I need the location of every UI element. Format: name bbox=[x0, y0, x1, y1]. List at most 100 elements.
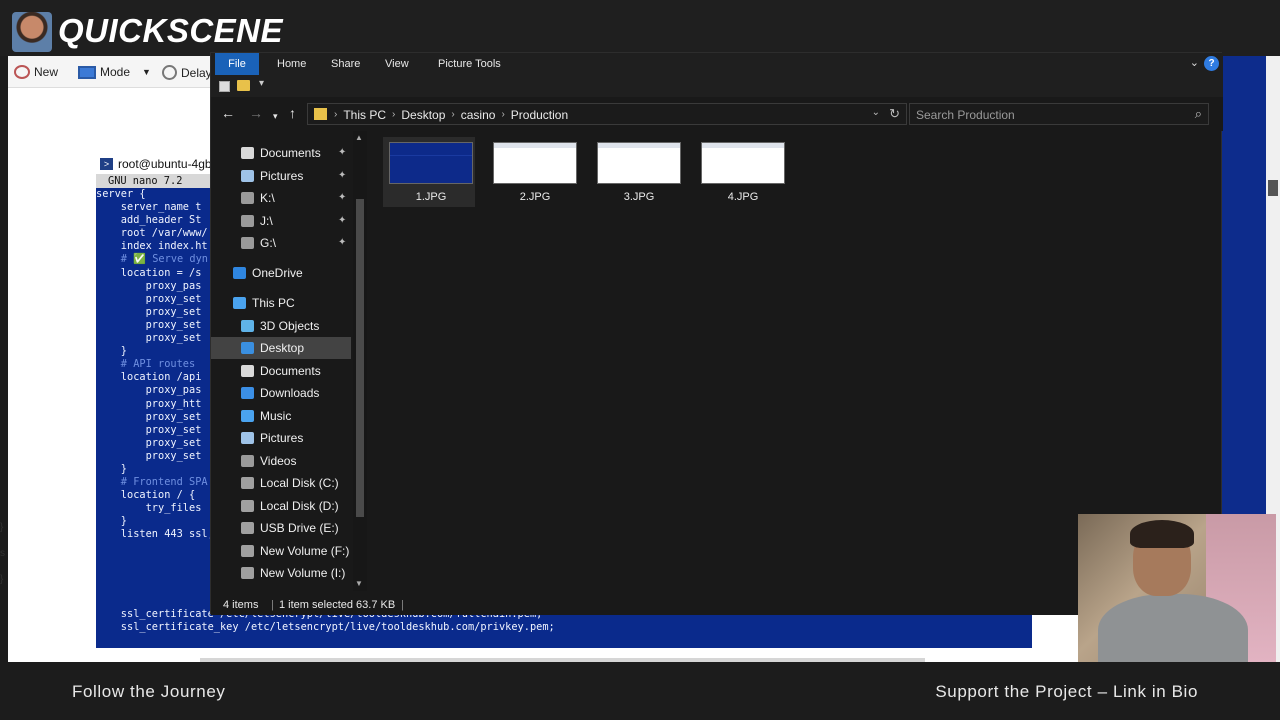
brand-header: QUICKSCENE bbox=[0, 0, 1280, 56]
nav-item[interactable]: G:\ ✦ bbox=[211, 232, 351, 254]
3d-objects-icon bbox=[241, 320, 254, 332]
nav-item[interactable]: Pictures ✦ bbox=[211, 165, 351, 187]
item-count: 4 items bbox=[223, 599, 259, 611]
new-folder-icon[interactable] bbox=[237, 80, 250, 91]
nav-item[interactable]: K:\ ✦ bbox=[211, 187, 351, 209]
pin-icon[interactable]: ✦ bbox=[338, 142, 346, 164]
search-box[interactable]: ⌕ bbox=[909, 103, 1209, 125]
nav-item[interactable]: USB Drive (E:) bbox=[211, 589, 351, 591]
brand-name: QUICKSCENE bbox=[58, 12, 284, 49]
documents-icon bbox=[241, 147, 254, 159]
nav-item-label: G:\ bbox=[260, 236, 277, 250]
nav-item-label: Pictures bbox=[260, 169, 304, 183]
nav-item[interactable]: J:\ ✦ bbox=[211, 210, 351, 232]
nav-item[interactable]: New Volume (I:) bbox=[211, 562, 351, 584]
help-icon[interactable]: ? bbox=[1204, 56, 1219, 71]
expand-ribbon-icon[interactable]: ⌄ bbox=[1190, 56, 1199, 69]
nav-item[interactable]: Videos bbox=[211, 450, 351, 472]
navigation-pane: Documents ✦ Pictures ✦ K:\ ✦ J:\ ✦ G:\ ✦ OneDrive T… bbox=[211, 131, 353, 591]
nav-item[interactable]: Pictures bbox=[211, 427, 351, 449]
videos-icon bbox=[241, 455, 254, 467]
image-preview bbox=[389, 142, 473, 184]
file-thumbnail[interactable]: 1.JPG bbox=[383, 137, 475, 207]
pictures-icon bbox=[241, 170, 254, 182]
scroll-down-icon[interactable]: ▼ bbox=[355, 579, 363, 588]
nav-item[interactable]: 3D Objects bbox=[211, 315, 351, 337]
new-snip-icon bbox=[14, 65, 30, 79]
tab-file[interactable]: File bbox=[215, 53, 259, 75]
back-arrow-icon[interactable]: ← bbox=[221, 106, 235, 120]
pin-icon[interactable]: ✦ bbox=[338, 187, 346, 209]
file-thumbnail[interactable]: 3.JPG bbox=[591, 137, 683, 207]
support-text: Support the Project – Link in Bio bbox=[935, 682, 1198, 701]
refresh-icon[interactable]: ↻ bbox=[889, 106, 900, 122]
downloads-icon bbox=[241, 387, 254, 399]
clock-icon bbox=[162, 65, 177, 80]
this-pc-icon bbox=[233, 297, 246, 309]
nav-item[interactable]: Downloads bbox=[211, 382, 351, 404]
nav-item[interactable]: Desktop bbox=[211, 337, 351, 359]
nav-item[interactable]: Documents bbox=[211, 360, 351, 382]
file-thumbnail[interactable]: 2.JPG bbox=[487, 137, 579, 207]
recent-locations-icon[interactable]: ▾ bbox=[273, 109, 278, 123]
nav-item[interactable]: This PC bbox=[211, 292, 351, 314]
horizontal-scrollbar[interactable] bbox=[200, 658, 925, 662]
delay-button[interactable]: Delay bbox=[162, 65, 212, 80]
pin-icon[interactable]: ✦ bbox=[338, 165, 346, 187]
nav-item-label: Desktop bbox=[260, 341, 305, 355]
nav-item[interactable]: OneDrive bbox=[211, 262, 351, 284]
new-snip-button[interactable]: New bbox=[14, 65, 58, 79]
address-bar[interactable]: › This PC › Desktop › casino › Productio… bbox=[307, 103, 907, 125]
quick-access-toolbar: ▾ bbox=[211, 75, 1223, 97]
nav-item[interactable]: Local Disk (D:) bbox=[211, 495, 351, 517]
properties-icon[interactable] bbox=[219, 81, 230, 92]
ribbon: File Home Share View Picture Tools ⌄ ? bbox=[211, 53, 1223, 75]
nav-item-label: Pictures bbox=[260, 431, 304, 445]
image-preview bbox=[701, 142, 785, 184]
forward-arrow-icon[interactable]: → bbox=[249, 106, 263, 120]
mode-label: Mode bbox=[100, 65, 131, 79]
brand-avatar bbox=[12, 12, 52, 52]
nav-pane-scrollbar[interactable]: ▲ ▼ bbox=[353, 131, 367, 591]
chevron-down-icon: ▼ bbox=[142, 67, 151, 77]
nav-item[interactable]: USB Drive (E:) bbox=[211, 517, 351, 539]
address-dropdown-icon[interactable]: ⌄ bbox=[872, 107, 880, 118]
selection-info: 1 item selected 63.7 KB bbox=[279, 599, 396, 611]
tab-picture-tools[interactable]: Picture Tools bbox=[428, 53, 511, 75]
nav-item[interactable]: Music bbox=[211, 405, 351, 427]
breadcrumb-casino[interactable]: casino bbox=[461, 108, 496, 122]
nav-item[interactable]: Documents ✦ bbox=[211, 142, 351, 164]
customize-toolbar-icon[interactable]: ▾ bbox=[259, 78, 264, 89]
file-name: 1.JPG bbox=[415, 191, 447, 203]
drive-icon bbox=[241, 215, 254, 227]
drive-icon bbox=[241, 192, 254, 204]
up-arrow-icon[interactable]: ↑ bbox=[289, 106, 296, 120]
nav-item[interactable]: Local Disk (C:) bbox=[211, 472, 351, 494]
scroll-up-icon[interactable]: ▲ bbox=[355, 133, 363, 142]
webcam-overlay bbox=[1078, 514, 1276, 662]
drive-icon bbox=[241, 500, 254, 512]
file-thumbnail[interactable]: 4.JPG bbox=[695, 137, 787, 207]
tab-share[interactable]: Share bbox=[321, 53, 370, 75]
navigation-bar: ← → ▾ ↑ › This PC › Desktop › casino › P… bbox=[211, 97, 1223, 131]
drive-icon bbox=[241, 545, 254, 557]
search-input[interactable] bbox=[916, 107, 1176, 122]
nav-item-label: Local Disk (D:) bbox=[260, 499, 339, 513]
drive-icon bbox=[241, 477, 254, 489]
nav-item-label: New Volume (F:) bbox=[260, 544, 350, 558]
pin-icon[interactable]: ✦ bbox=[338, 232, 346, 254]
ssl-key-line: ssl_certificate_key /etc/letsencrypt/liv… bbox=[96, 621, 555, 634]
mode-button[interactable]: Mode ▼ bbox=[78, 65, 151, 79]
file-name: 3.JPG bbox=[623, 191, 655, 203]
pin-icon[interactable]: ✦ bbox=[338, 210, 346, 232]
scrollbar-thumb[interactable] bbox=[1268, 180, 1278, 196]
breadcrumb-desktop[interactable]: Desktop bbox=[401, 108, 445, 122]
nav-item[interactable]: New Volume (F:) bbox=[211, 540, 351, 562]
tab-view[interactable]: View bbox=[375, 53, 419, 75]
tab-home[interactable]: Home bbox=[267, 53, 316, 75]
nav-scroll-thumb[interactable] bbox=[356, 199, 364, 517]
breadcrumb-production[interactable]: Production bbox=[511, 108, 568, 122]
breadcrumb-this-pc[interactable]: This PC bbox=[343, 108, 386, 122]
music-icon bbox=[241, 410, 254, 422]
powershell-icon: > bbox=[100, 158, 113, 170]
